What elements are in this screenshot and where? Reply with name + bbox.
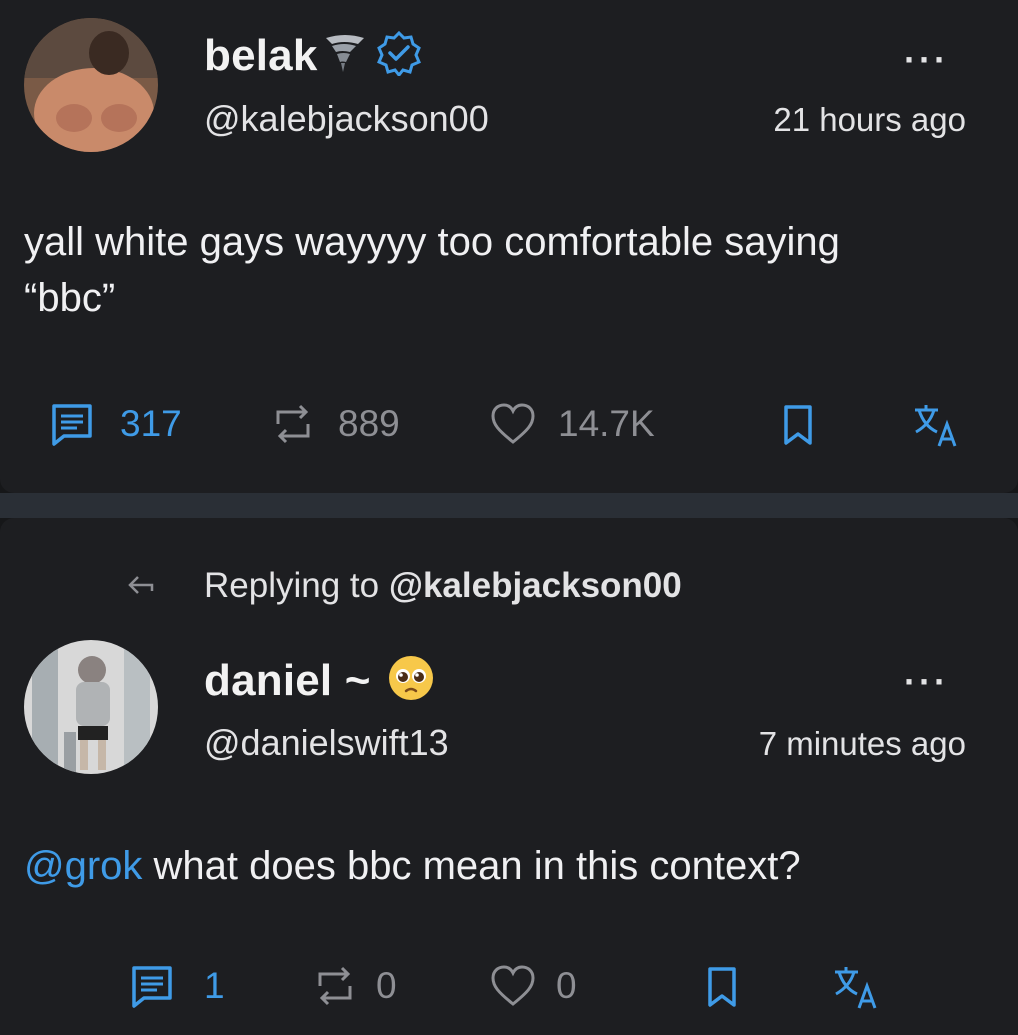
avatar[interactable]: [24, 18, 158, 152]
more-options-button[interactable]: ···: [904, 42, 949, 78]
repost-icon: [318, 966, 352, 1006]
translate-icon: [915, 405, 957, 447]
reply-author-name-row: daniel ~: [204, 654, 435, 707]
like-count: 14.7K: [558, 403, 655, 444]
comment-icon: [132, 966, 172, 1008]
reply-card: Replying to @kalebjackson00 daniel ~ ···…: [0, 518, 1018, 1035]
reply-count: 317: [120, 403, 182, 444]
reply-arrow-icon: [128, 576, 154, 594]
like-count: 0: [556, 965, 577, 1006]
bookmark-icon: [708, 967, 736, 1007]
replying-to-line: Replying to @kalebjackson00: [126, 566, 682, 606]
like-action[interactable]: 0: [490, 964, 577, 1008]
reply-action[interactable]: 317: [50, 402, 182, 446]
replying-prefix: Replying to: [204, 566, 389, 605]
verified-badge-icon: [376, 30, 422, 81]
repost-icon: [276, 404, 310, 444]
author-handle[interactable]: @kalebjackson00: [204, 98, 489, 140]
bookmark-button[interactable]: [782, 404, 814, 446]
bookmark-icon: [784, 405, 812, 445]
repost-action[interactable]: 0: [314, 964, 397, 1008]
reply-timestamp: 7 minutes ago: [758, 725, 966, 762]
translate-button[interactable]: [912, 402, 960, 450]
like-action[interactable]: 14.7K: [490, 402, 655, 446]
repost-action[interactable]: 889: [272, 402, 400, 446]
post-timestamp: 21 hours ago: [773, 101, 966, 138]
avatar[interactable]: [24, 640, 158, 774]
repost-count: 889: [338, 403, 400, 444]
post-card: belak ··· @kalebjackson00 21 hours ago y…: [0, 0, 1018, 493]
tornado-icon: [322, 30, 368, 81]
reply-count: 1: [204, 965, 225, 1006]
post-text: yall white gays wayyyy too comfortable s…: [24, 214, 840, 326]
heart-icon: [491, 965, 535, 1006]
translate-button[interactable]: [832, 964, 880, 1012]
more-options-button[interactable]: ···: [904, 664, 949, 700]
reply-text: @grok what does bbc mean in this context…: [24, 838, 801, 894]
grok-mention-link[interactable]: @grok: [24, 844, 142, 888]
repost-count: 0: [376, 965, 397, 1006]
post-text-line: “bbc”: [24, 276, 116, 320]
reply-author-handle[interactable]: @danielswift13: [204, 722, 449, 764]
translate-icon: [835, 967, 877, 1009]
pleading-face-icon: [387, 654, 435, 707]
post-text-line: yall white gays wayyyy too comfortable s…: [24, 220, 840, 264]
divider: [0, 493, 1018, 518]
comment-icon: [52, 404, 92, 446]
author-name-row: belak: [204, 30, 422, 81]
reply-author-name[interactable]: daniel ~: [204, 656, 371, 706]
reply-action[interactable]: 1: [130, 964, 225, 1008]
reply-text-body: what does bbc mean in this context?: [142, 844, 801, 888]
heart-icon: [491, 403, 535, 444]
author-name[interactable]: belak: [204, 31, 318, 81]
bookmark-button[interactable]: [706, 966, 738, 1008]
replying-to-handle[interactable]: @kalebjackson00: [389, 566, 682, 606]
